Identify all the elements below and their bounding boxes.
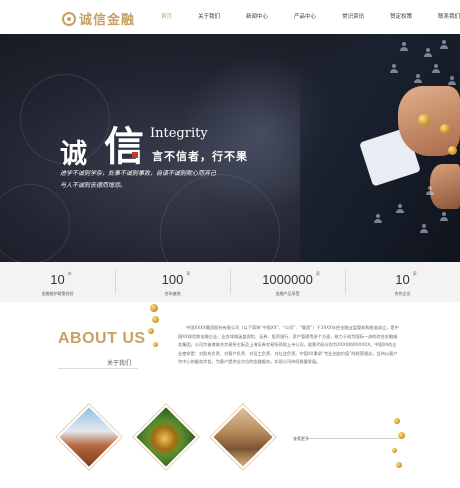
hero-motto: 言不信者，行不果 xyxy=(152,150,248,163)
person-icon xyxy=(390,64,398,73)
stat-unit: 年 xyxy=(67,271,72,276)
person-icon xyxy=(440,212,448,221)
red-seal xyxy=(132,152,138,158)
house-image[interactable] xyxy=(55,403,123,471)
nav-item-home[interactable]: 首页 xyxy=(148,0,185,34)
more-link[interactable]: 查看更多 xyxy=(293,436,309,442)
person-icon xyxy=(426,186,434,195)
hero-banner: 诚 信 Integrity 言不信者，行不果 进学不诚则学杂，处事不诚则事败，自… xyxy=(0,34,460,262)
stat-unit: 家 xyxy=(186,271,191,276)
nav-item-contact[interactable]: 联系我们 xyxy=(425,0,460,34)
stats-bar: 10 年 金融维护政策经验 100 家 合伙遍地 1000000 家 金融产品享受 1… xyxy=(0,262,460,302)
person-icon xyxy=(400,42,408,51)
logo[interactable]: 诚信金融 xyxy=(62,9,135,28)
coin-icon xyxy=(150,304,158,312)
logo-text: 诚信金融 xyxy=(79,13,136,28)
coin-icon xyxy=(392,448,397,453)
coins-plant-image[interactable] xyxy=(132,403,200,471)
hero-subtitle-line: 进学不诚则学杂，处事不诚则事败，自谋不诚则欺心而弃己 xyxy=(60,170,217,177)
stat-number: 1000000 家 xyxy=(262,271,320,287)
coin-icon xyxy=(448,146,457,155)
hero-integrity: Integrity xyxy=(150,126,208,141)
about-text: 中国XXXX集团股份有限公司（以下简称“中国XX”、“公司”、“集团”）于19X… xyxy=(178,325,399,364)
coin-icon xyxy=(418,114,430,126)
person-icon xyxy=(432,64,440,73)
stat-item: 1000000 家 金融产品享受 xyxy=(230,262,345,302)
stat-item: 10 家 合作企业 xyxy=(345,262,460,302)
coin-icon xyxy=(148,328,154,334)
person-icon xyxy=(440,40,448,49)
about-title: ABOUT US xyxy=(58,330,146,347)
coin-icon xyxy=(394,418,400,424)
nav-item-knowledge[interactable]: 常识资讯 xyxy=(329,0,377,34)
hero-char-xin-box: 信 xyxy=(104,114,144,170)
stat-label: 合伙遍地 xyxy=(164,291,181,296)
stat-item: 10 年 金融维护政策经验 xyxy=(0,262,115,302)
person-icon xyxy=(396,204,404,213)
stat-value: 10 xyxy=(50,272,65,287)
divider xyxy=(308,438,398,439)
hero-char-cheng: 诚 xyxy=(60,139,87,170)
nav-item-about[interactable]: 关于我们 xyxy=(185,0,233,34)
site-header: 诚信金融 首页 关于我们 新闻中心 产品中心 常识资讯 赞定权策 联系我们 xyxy=(0,0,460,34)
stat-value: 1000000 xyxy=(262,272,313,287)
stat-label: 合作企业 xyxy=(394,291,411,296)
hero-char-xin: 信 xyxy=(104,123,144,170)
stat-unit: 家 xyxy=(315,271,320,276)
coin-icon xyxy=(152,316,159,323)
main-nav: 首页 关于我们 新闻中心 产品中心 常识资讯 赞定权策 联系我们 xyxy=(148,0,460,34)
stat-item: 100 家 合伙遍地 xyxy=(115,262,230,302)
stat-label: 金融维护政策经验 xyxy=(41,291,74,296)
stat-number: 100 家 xyxy=(161,271,191,287)
stat-number: 10 家 xyxy=(395,271,416,287)
divider xyxy=(58,368,138,369)
stat-unit: 家 xyxy=(412,271,417,276)
nav-item-products[interactable]: 产品中心 xyxy=(281,0,329,34)
stat-value: 100 xyxy=(161,272,184,287)
person-icon xyxy=(448,76,456,85)
stat-label: 金融产品享受 xyxy=(275,291,300,296)
person-icon xyxy=(414,74,422,83)
coins-stack-image[interactable] xyxy=(209,403,277,471)
about-subtitle: 关于我们 xyxy=(107,360,132,367)
globe-decoration xyxy=(0,184,70,262)
nav-item-news[interactable]: 新闻中心 xyxy=(233,0,281,34)
stat-value: 10 xyxy=(395,272,410,287)
coin-icon xyxy=(398,432,405,439)
coin-icon xyxy=(153,342,158,347)
coin-icon xyxy=(440,124,450,134)
logo-icon xyxy=(62,11,76,26)
person-icon xyxy=(374,214,382,223)
person-icon xyxy=(420,224,428,233)
about-section: ABOUT US 关于我们 中国XXXX集团股份有限公司（以下简称“中国XX”、… xyxy=(0,302,460,488)
stat-number: 10 年 xyxy=(50,271,71,287)
nav-item-policy[interactable]: 赞定权策 xyxy=(377,0,425,34)
person-icon xyxy=(424,48,432,57)
coin-icon xyxy=(396,462,402,468)
hand-image xyxy=(430,164,460,209)
hero-subtitle: 进学不诚则学杂，处事不诚则事败，自谋不诚则欺心而弃己 与人不诚则丧德而增怨。 xyxy=(60,168,300,192)
hero-subtitle-line: 与人不诚则丧德而增怨。 xyxy=(60,182,127,189)
